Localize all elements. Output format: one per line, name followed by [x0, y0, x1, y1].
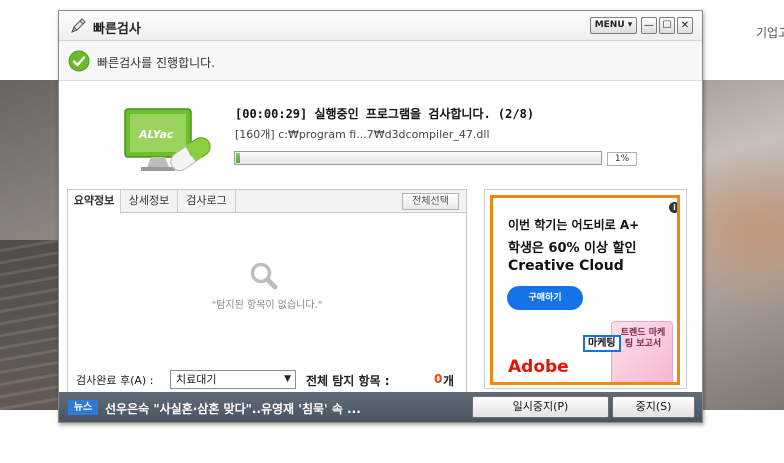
scan-progress-fill	[236, 153, 240, 163]
ad-headline-1: 이번 학기는 어도비로 A+	[508, 218, 640, 232]
title-bar[interactable]: 빠른검사 MENU ▾ — ☐ ✕	[59, 11, 702, 41]
ad-headline-3: Creative Cloud	[508, 258, 624, 274]
window-title: 빠른검사	[93, 22, 141, 37]
minimize-button[interactable]: —	[641, 17, 657, 34]
maximize-button[interactable]: ☐	[659, 17, 675, 34]
adobe-ad-banner[interactable]: i 이번 학기는 어도비로 A+ 학생은 60% 이상 할인 Creative …	[490, 195, 680, 385]
results-panel: 요약정보 상세정보 검사로그 전체선택 "탐지된 항목이 없습니다." 검사완료…	[67, 189, 467, 397]
ad-info-icon[interactable]: i	[669, 202, 677, 213]
tab-summary[interactable]: 요약정보	[68, 190, 121, 214]
total-detected-unit: 개	[443, 374, 455, 388]
ad-report-text: 트렌드 마케팅 보고서	[620, 328, 666, 349]
status-bar: 빠른검사를 진행합니다.	[59, 41, 702, 81]
total-detected-count: 0	[434, 372, 443, 386]
magnifier-icon	[250, 262, 278, 290]
tab-scan-log[interactable]: 검사로그	[178, 190, 236, 213]
adobe-logo: Adobe	[508, 357, 569, 377]
bottom-bar: 뉴스 선우은숙 "사실혼·삼혼 맞다"..유영재 '침묵' 속 ... 일시중지…	[59, 392, 702, 422]
logo-text: ALYac	[138, 128, 174, 141]
pencil-icon	[71, 18, 86, 33]
check-circle-icon	[68, 50, 90, 72]
chevron-down-icon: ▼	[284, 374, 291, 384]
results-tabs: 요약정보 상세정보 검사로그 전체선택	[68, 190, 466, 214]
alyac-monitor-logo: ALYac	[124, 108, 211, 172]
ad-report-image: 트렌드 마케팅 보고서	[611, 321, 673, 382]
tab-detail[interactable]: 상세정보	[121, 190, 178, 213]
ad-headline-2: 학생은 60% 이상 할인	[508, 241, 637, 256]
menu-button[interactable]: MENU ▾	[590, 17, 637, 34]
scan-progress-title: [00:00:29] 실행중인 프로그램을 검사합니다. (2/8)	[235, 107, 535, 121]
close-button[interactable]: ✕	[677, 17, 693, 34]
quick-scan-window: 빠른검사 MENU ▾ — ☐ ✕ 빠른검사를 진행합니다. ALYac [00…	[58, 10, 703, 423]
background-corner-text: 기업고	[756, 26, 784, 40]
stop-button[interactable]: 중지(S)	[612, 396, 695, 418]
after-scan-label: 검사완료 후(A) :	[76, 374, 154, 387]
scan-progress-bar	[234, 151, 602, 165]
empty-result-text: "탐지된 항목이 없습니다."	[211, 300, 323, 311]
scan-progress-label: 1%	[607, 152, 637, 166]
status-text: 빠른검사를 진행합니다.	[97, 56, 216, 70]
select-all-button[interactable]: 전체선택	[402, 193, 459, 210]
advertisement[interactable]: i 이번 학기는 어도비로 A+ 학생은 60% 이상 할인 Creative …	[484, 189, 687, 389]
total-detected-label: 전체 탐지 항목 :	[306, 374, 390, 388]
after-scan-select[interactable]: 치료대기 ▼	[170, 370, 296, 389]
scan-current-file: [160개] c:₩program fi...7₩d3dcompiler_47.…	[235, 128, 490, 141]
news-badge: 뉴스	[68, 400, 98, 415]
ad-buy-button[interactable]: 구매하기	[507, 286, 583, 310]
pause-button[interactable]: 일시중지(P)	[472, 396, 609, 418]
ad-marketing-tag: 마케팅	[583, 335, 621, 352]
after-scan-value: 치료대기	[176, 373, 217, 386]
news-headline-link[interactable]: 선우은숙 "사실혼·삼혼 맞다"..유영재 '침묵' 속 ...	[105, 400, 361, 417]
